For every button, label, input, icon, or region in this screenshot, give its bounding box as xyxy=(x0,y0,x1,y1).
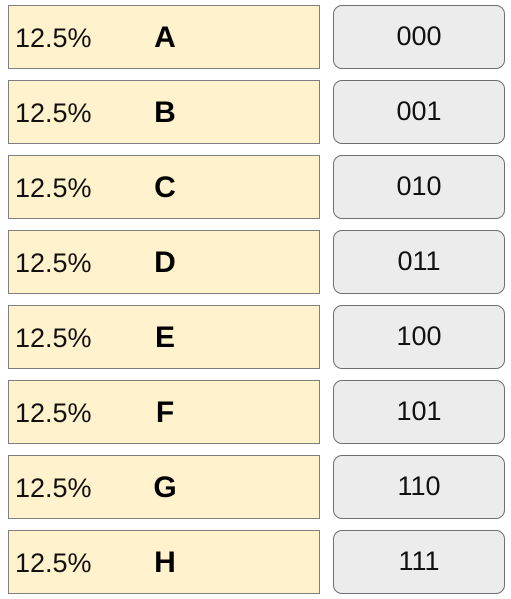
row-f: 12.5% F 101 xyxy=(0,380,511,446)
row-b: 12.5% B 001 xyxy=(0,80,511,146)
probability-label: 12.5% xyxy=(15,173,92,203)
row-a: 12.5% A 000 xyxy=(0,5,511,71)
row-h: 12.5% H 111 xyxy=(0,530,511,596)
symbol-box: 12.5% E xyxy=(8,305,320,369)
symbol-label: B xyxy=(154,96,176,129)
code-box: 111 xyxy=(333,530,505,594)
symbol-label: D xyxy=(154,246,176,279)
code-box: 011 xyxy=(333,230,505,294)
symbol-box: 12.5% A xyxy=(8,5,320,69)
symbol-label: E xyxy=(154,321,175,354)
symbol-box: 12.5% G xyxy=(8,455,320,519)
row-d: 12.5% D 011 xyxy=(0,230,511,296)
symbol-box: 12.5% B xyxy=(8,80,320,144)
code-box: 001 xyxy=(333,80,505,144)
code-box: 000 xyxy=(333,5,505,69)
probability-label: 12.5% xyxy=(15,473,92,503)
probability-label: 12.5% xyxy=(15,98,92,128)
code-box: 100 xyxy=(333,305,505,369)
probability-label: 12.5% xyxy=(15,398,92,428)
symbol-label: F xyxy=(155,396,175,429)
row-c: 12.5% C 010 xyxy=(0,155,511,221)
code-box: 110 xyxy=(333,455,505,519)
row-e: 12.5% E 100 xyxy=(0,305,511,371)
symbol-label: A xyxy=(154,21,176,54)
probability-label: 12.5% xyxy=(15,548,92,578)
symbol-box: 12.5% H xyxy=(8,530,320,594)
probability-label: 12.5% xyxy=(15,323,92,353)
symbol-label: H xyxy=(154,546,176,579)
code-box: 010 xyxy=(333,155,505,219)
code-box: 101 xyxy=(333,380,505,444)
symbol-box: 12.5% C xyxy=(8,155,320,219)
symbol-box: 12.5% F xyxy=(8,380,320,444)
probability-label: 12.5% xyxy=(15,23,92,53)
symbol-box: 12.5% D xyxy=(8,230,320,294)
symbol-label: G xyxy=(153,471,177,504)
probability-label: 12.5% xyxy=(15,248,92,278)
row-g: 12.5% G 110 xyxy=(0,455,511,521)
symbol-label: C xyxy=(154,171,176,204)
